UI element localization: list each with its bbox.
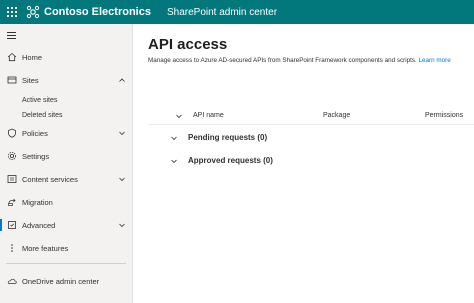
- nav-item-onedrive-admin-center[interactable]: OneDrive admin center: [0, 272, 133, 290]
- column-header-api-name[interactable]: API name: [193, 112, 224, 119]
- nav-divider: [6, 263, 126, 264]
- advanced-icon: [8, 221, 16, 229]
- page-description: Manage access to Azure AD-secured APIs f…: [148, 57, 451, 64]
- chevron-down-icon: [119, 131, 125, 136]
- migration-icon: [8, 198, 16, 206]
- chevron-down-icon: [119, 223, 125, 228]
- chevron-up-icon: [119, 78, 125, 82]
- nav-label-sites: Sites: [22, 75, 39, 85]
- org-name[interactable]: Contoso Electronics: [44, 6, 151, 18]
- onedrive-icon: [7, 278, 17, 284]
- nav-item-more-features[interactable]: More features: [0, 239, 133, 257]
- content-services-icon: [7, 175, 17, 183]
- nav-label-policies: Policies: [22, 128, 48, 138]
- suite-header: Contoso Electronics SharePoint admin cen…: [0, 0, 474, 24]
- gear-icon: [8, 152, 16, 160]
- main-content: API access Manage access to Azure AD-sec…: [134, 24, 474, 303]
- nav-item-sites[interactable]: Sites: [0, 71, 133, 89]
- nav-label-settings: Settings: [22, 151, 50, 161]
- app-name[interactable]: SharePoint admin center: [167, 7, 277, 18]
- nav-item-deleted-sites[interactable]: Deleted sites: [0, 108, 133, 122]
- learn-more-link[interactable]: Learn more: [419, 57, 451, 64]
- app-launcher-button[interactable]: [0, 0, 24, 24]
- group-approved-requests[interactable]: Approved requests (0): [148, 153, 474, 169]
- nav-item-policies[interactable]: Policies: [0, 124, 133, 142]
- home-icon: [7, 52, 17, 62]
- nav-item-content-services[interactable]: Content services: [0, 170, 133, 188]
- nav-label-deleted-sites: Deleted sites: [22, 111, 63, 119]
- nav-item-settings[interactable]: Settings: [0, 147, 133, 165]
- table-header: API name Package Permissions: [148, 107, 474, 125]
- nav-label-migration: Migration: [22, 197, 53, 207]
- description-text: Manage access to Azure AD-secured APIs f…: [148, 57, 417, 64]
- column-header-permissions[interactable]: Permissions: [425, 112, 463, 119]
- collapse-all-icon[interactable]: [175, 112, 183, 120]
- group-pending-requests[interactable]: Pending requests (0): [148, 130, 474, 146]
- contoso-logo-icon: [26, 5, 40, 19]
- hamburger-icon[interactable]: [7, 32, 16, 40]
- column-header-package[interactable]: Package: [323, 112, 350, 119]
- chevron-down-icon: [171, 159, 177, 164]
- nav-label-more-features: More features: [22, 243, 69, 253]
- policies-icon: [8, 128, 16, 138]
- nav-item-home[interactable]: Home: [0, 48, 133, 66]
- page-title: API access: [148, 36, 228, 53]
- left-navigation: Home Sites Active sites Deleted sites Po…: [0, 24, 133, 303]
- nav-label-onedrive-admin-center: OneDrive admin center: [22, 276, 100, 286]
- group-label-approved: Approved requests (0): [188, 156, 273, 165]
- nav-item-migration[interactable]: Migration: [0, 193, 133, 211]
- nav-label-advanced: Advanced: [22, 220, 56, 230]
- chevron-down-icon: [119, 177, 125, 182]
- nav-label-active-sites: Active sites: [22, 96, 58, 104]
- nav-item-active-sites[interactable]: Active sites: [0, 93, 133, 107]
- nav-label-home: Home: [22, 52, 43, 62]
- nav-label-content-services: Content services: [22, 174, 78, 184]
- chevron-down-icon: [171, 136, 177, 141]
- sites-icon: [7, 76, 17, 84]
- group-label-pending: Pending requests (0): [188, 133, 268, 142]
- more-icon: [11, 244, 13, 252]
- app-launcher-icon: [7, 7, 17, 17]
- nav-item-advanced[interactable]: Advanced: [0, 216, 133, 234]
- selected-indicator: [0, 219, 2, 231]
